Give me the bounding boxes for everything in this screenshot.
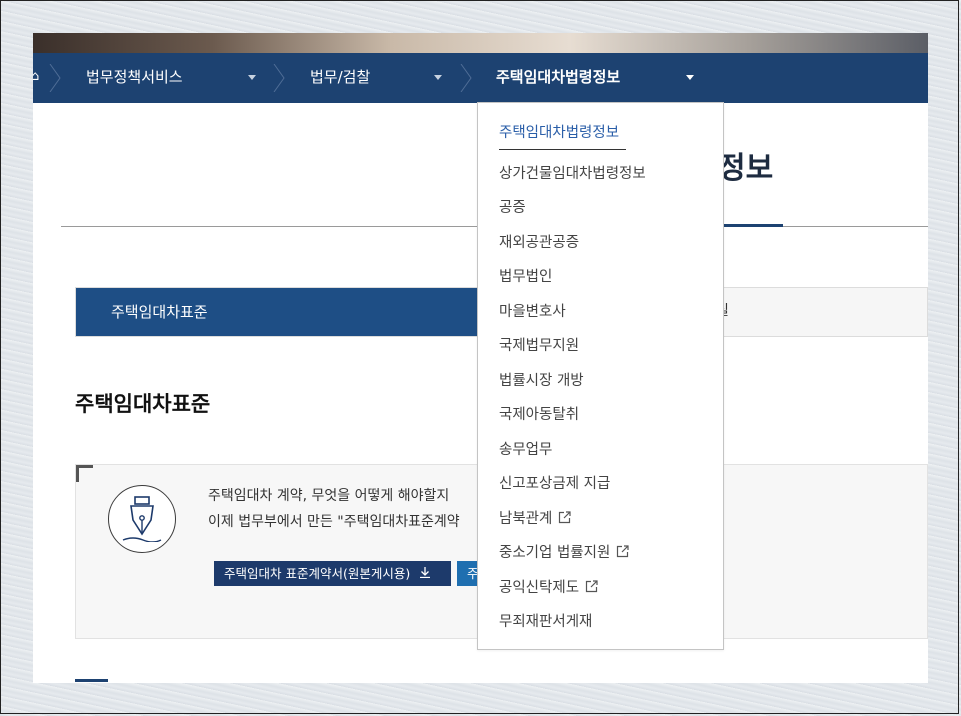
section-accent-bar [75, 679, 108, 682]
menu-item-label: 공익신탁제도 [499, 580, 580, 596]
caret-down-icon[interactable] [686, 75, 694, 80]
menu-item-reward-payment[interactable]: 신고포상금제 지급 [499, 472, 610, 493]
breadcrumb-dropdown-menu: 주택임대차법령정보 상가건물임대차법령정보 공증 재외공관공증 법무법인 마을변… [477, 102, 724, 650]
info-text-line-1: 주택임대차 계약, 무엇을 어떻게 해야할지 [208, 488, 450, 504]
menu-item-litigation-affairs[interactable]: 송무업무 [499, 438, 552, 459]
menu-item-acquittal-publication[interactable]: 무죄재판서게재 [499, 610, 592, 631]
menu-item-inter-korean-relations[interactable]: 남북관계 [499, 507, 571, 528]
breadcrumb-item-housing-lease-law[interactable]: 주택임대차법령정보 [496, 53, 620, 103]
caret-down-icon[interactable] [248, 75, 256, 80]
breadcrumb-nav: ⌂ 법무정책서비스 법무/검찰 주택임대차법령정보 [33, 53, 928, 103]
menu-item-sme-legal-support[interactable]: 중소기업 법률지원 [499, 541, 629, 562]
chevron-right-icon [49, 64, 61, 92]
download-button-label: 주택임대차 표준계약서(원본게시용) [224, 566, 411, 581]
hero-image-strip [33, 33, 928, 53]
chevron-right-icon [460, 64, 472, 92]
section-heading: 주택임대차표준 [75, 392, 211, 416]
chevron-right-icon [273, 64, 285, 92]
info-text-line-2: 이제 법무부에서 만든 "주택임대차표준계약 [208, 514, 460, 530]
menu-item-law-firm[interactable]: 법무법인 [499, 265, 552, 286]
menu-item-overseas-notarization[interactable]: 재외공관공증 [499, 231, 579, 252]
menu-item-label: 남북관계 [499, 511, 553, 527]
external-link-icon [616, 545, 629, 562]
caret-down-icon[interactable] [434, 75, 442, 80]
breadcrumb-item-policy-service[interactable]: 법무정책서비스 [86, 53, 183, 103]
external-link-icon [585, 580, 598, 597]
tab-housing-lease-standard[interactable]: 주택임대차표준 [76, 288, 486, 336]
selected-underline [499, 149, 626, 150]
menu-item-label: 중소기업 법률지원 [499, 545, 611, 561]
corner-mark [76, 465, 93, 482]
menu-item-notarization[interactable]: 공증 [499, 196, 526, 217]
external-link-icon [558, 511, 571, 528]
breadcrumb-item-justice-prosecution[interactable]: 법무/검찰 [310, 53, 370, 103]
home-icon[interactable]: ⌂ [33, 69, 45, 85]
fountain-pen-icon [108, 485, 176, 553]
menu-item-commercial-lease-law[interactable]: 상가건물임대차법령정보 [499, 162, 646, 183]
download-standard-contract-button[interactable]: 주택임대차 표준계약서(원본게시용) [214, 561, 451, 586]
page-title: 정보 [718, 151, 774, 186]
menu-item-child-abduction[interactable]: 국제아동탈취 [499, 403, 579, 424]
menu-item-legal-market-opening[interactable]: 법률시장 개방 [499, 369, 584, 390]
menu-item-housing-lease-law[interactable]: 주택임대차법령정보 [499, 121, 619, 142]
menu-item-international-legal-support[interactable]: 국제법무지원 [499, 334, 579, 355]
menu-item-village-lawyer[interactable]: 마을변호사 [499, 300, 566, 321]
download-icon [420, 566, 431, 581]
menu-item-public-trust[interactable]: 공익신탁제도 [499, 576, 598, 597]
